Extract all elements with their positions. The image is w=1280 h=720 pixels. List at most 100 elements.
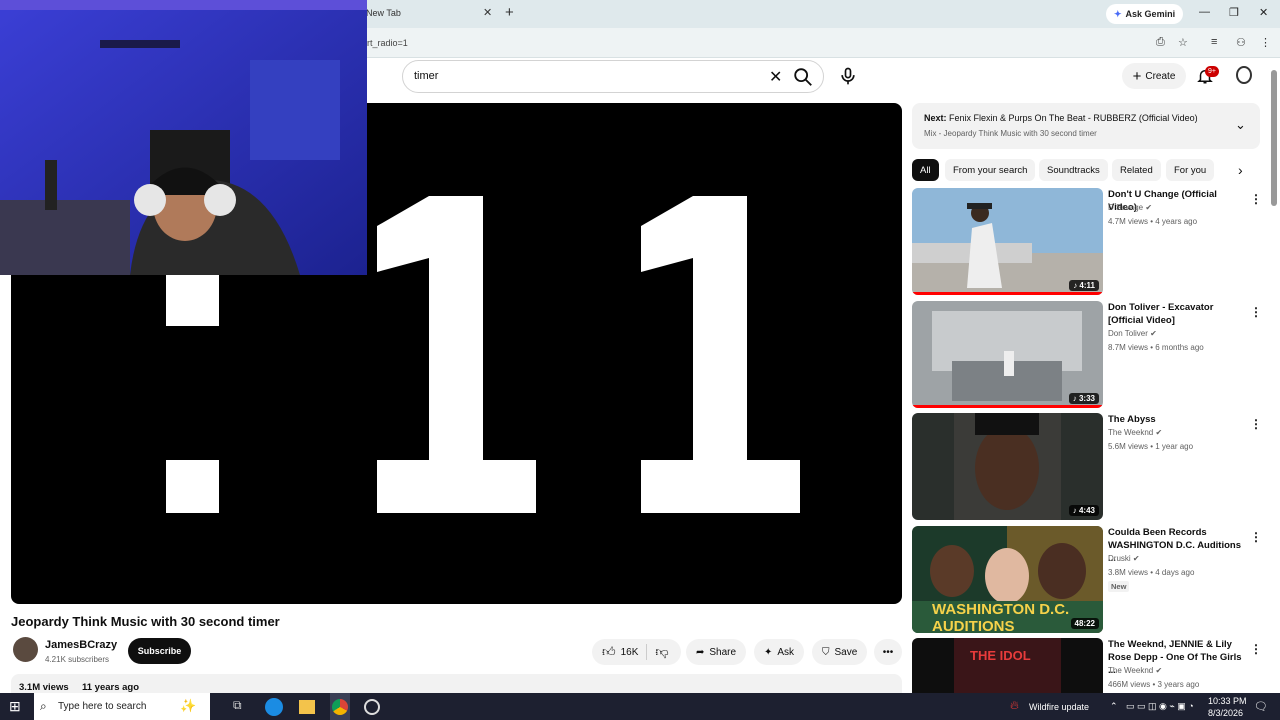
task-view-icon[interactable]: ⧉ — [233, 698, 251, 716]
up-next-title: Fenix Flexin & Purps On The Beat - RUBBE… — [949, 113, 1198, 123]
obs-icon[interactable] — [364, 699, 380, 715]
video-title: Jeopardy Think Music with 30 second time… — [11, 614, 280, 629]
file-explorer-icon[interactable] — [299, 700, 315, 714]
channel-avatar[interactable] — [13, 637, 38, 662]
taskbar-search-box[interactable]: ⌕ Type here to search ✨ — [34, 693, 210, 720]
tab-close-icon[interactable]: ✕ — [483, 6, 492, 19]
verified-icon: ✔ — [1145, 203, 1153, 212]
recommendation-item[interactable]: THE IDOL The Weeknd, JENNIE & Lily Rose … — [912, 638, 1262, 693]
ask-gemini-label: Ask Gemini — [1125, 9, 1176, 19]
recommendation-item[interactable]: ♪ 4:43 The Abyss The Weeknd ✔ 5.6M views… — [912, 413, 1262, 520]
chip-related[interactable]: Related — [1112, 159, 1161, 181]
upload-age: 11 years ago — [82, 682, 140, 693]
recommendation-item[interactable]: ♪ 4:11 Don't U Change (Official Video) D… — [912, 188, 1262, 295]
ask-button[interactable]: ✦ Ask — [754, 639, 805, 665]
more-vertical-icon[interactable]: ⋮ — [1250, 642, 1262, 656]
plus-icon: + — [1132, 67, 1142, 85]
search-input[interactable]: timer — [414, 70, 438, 82]
gemini-sparkle-icon: ✦ — [1114, 8, 1122, 19]
create-button[interactable]: + Create — [1122, 63, 1186, 89]
taskbar-time[interactable]: 10:33 PM — [1208, 696, 1247, 706]
chip-for-you[interactable]: For you — [1166, 159, 1215, 181]
chevron-right-icon[interactable]: › — [1238, 162, 1243, 178]
timer-digit-one-left — [377, 196, 536, 513]
thumbs-down-icon[interactable]: 👎︎ — [655, 644, 668, 660]
install-app-icon[interactable]: ⎙ — [1156, 36, 1165, 49]
browser-tab-title[interactable]: New Tab — [366, 8, 401, 18]
duration-badge: ♪ 4:43 — [1068, 505, 1099, 516]
chip-all[interactable]: All — [912, 159, 939, 181]
rec-channel[interactable]: Don Toliver ✔ — [1108, 329, 1157, 338]
mix-label: Mix - Jeopardy Think Music with 30 secon… — [924, 129, 1097, 138]
window-close-icon[interactable]: ✕ — [1259, 6, 1268, 19]
more-vertical-icon[interactable]: ⋮ — [1250, 192, 1262, 206]
share-label: Share — [709, 646, 737, 658]
notification-center-icon[interactable]: 🗨︎ — [1254, 700, 1268, 713]
video-thumbnail[interactable]: WASHINGTON D.C. AUDITIONS 48:22 — [912, 526, 1103, 633]
weather-status[interactable]: Wildfire update — [1029, 702, 1089, 712]
chevron-down-icon[interactable]: ⌄ — [1235, 117, 1246, 133]
thumbs-up-icon[interactable]: 👍︎ — [602, 644, 616, 660]
search-icon[interactable] — [792, 66, 814, 88]
chrome-icon[interactable] — [332, 699, 348, 715]
recommendation-item[interactable]: WASHINGTON D.C. AUDITIONS 48:22 Coulda B… — [912, 526, 1262, 633]
restore-icon[interactable]: ❐ — [1229, 6, 1239, 19]
up-next-panel[interactable]: Next: Fenix Flexin & Purps On The Beat -… — [912, 103, 1260, 149]
like-divider — [646, 644, 648, 660]
rec-channel[interactable]: The Weeknd ✔ — [1108, 428, 1162, 437]
rec-channel[interactable]: The Weeknd ✔ — [1108, 666, 1162, 675]
subscriber-count: 4.21K subscribers — [45, 655, 110, 664]
more-vertical-icon[interactable]: ⋮ — [1250, 417, 1262, 431]
more-actions-button[interactable]: ••• — [874, 639, 902, 665]
save-label: Save — [834, 646, 858, 658]
rec-channel[interactable]: Druski ✔ — [1108, 554, 1140, 563]
taskbar-search-input[interactable]: Type here to search — [58, 701, 146, 712]
rec-title[interactable]: The Abyss — [1108, 413, 1244, 426]
notification-count-badge: 9+ — [1205, 66, 1219, 77]
share-button[interactable]: ➦ Share — [686, 639, 747, 665]
save-button[interactable]: ⛉ Save — [812, 639, 868, 665]
video-thumbnail[interactable]: ♪ 3:33 — [912, 301, 1103, 408]
duration-badge: ♪ 3:33 — [1068, 393, 1099, 404]
like-count[interactable]: 16K — [621, 647, 639, 658]
up-next-label: Next: Fenix Flexin & Purps On The Beat -… — [924, 113, 1198, 123]
scrollbar-thumb[interactable] — [1271, 70, 1277, 206]
taskbar-date[interactable]: 8/3/2026 — [1208, 708, 1243, 718]
chip-from-your-search[interactable]: From your search — [945, 159, 1036, 181]
clear-search-icon[interactable]: ✕ — [769, 67, 782, 87]
more-vertical-icon[interactable]: ⋮ — [1250, 530, 1262, 544]
channel-name[interactable]: JamesBCrazy — [45, 639, 117, 651]
system-tray-icons[interactable]: ▭ ▭ ◫ ◉ ⌁ ▣ ◔ — [1126, 701, 1194, 712]
edge-browser-icon[interactable] — [265, 698, 283, 716]
rec-channel[interactable]: D Savage ✔ — [1108, 203, 1152, 212]
show-hidden-icons-icon[interactable]: ⌃ — [1110, 701, 1118, 712]
create-label: Create — [1145, 70, 1176, 82]
thumbnail-image — [912, 301, 1103, 408]
ask-gemini-button[interactable]: ✦ Ask Gemini — [1106, 4, 1184, 24]
minimize-icon[interactable]: — — [1199, 6, 1210, 18]
chip-soundtracks[interactable]: Soundtracks — [1039, 159, 1108, 181]
search-box[interactable]: timer ✕ — [402, 60, 824, 93]
account-avatar[interactable] — [1236, 66, 1252, 84]
recommendation-item[interactable]: ♪ 3:33 Don Toliver - Excavator [Official… — [912, 301, 1262, 408]
rec-title[interactable]: Don Toliver - Excavator [Official Video] — [1108, 301, 1244, 327]
bookmark-star-icon[interactable]: ☆ — [1178, 36, 1188, 49]
view-count: 3.1M views — [19, 682, 69, 693]
video-thumbnail[interactable]: ♪ 4:11 — [912, 188, 1103, 295]
video-thumbnail[interactable]: ♪ 4:43 — [912, 413, 1103, 520]
windows-start-icon[interactable]: ⊞ — [9, 698, 27, 716]
video-thumbnail[interactable]: THE IDOL — [912, 638, 1103, 693]
search-highlight-icon: ✨ — [180, 698, 197, 713]
media-control-icon[interactable]: ≡ — [1211, 36, 1217, 48]
extension-icon[interactable]: ⚇ — [1236, 36, 1246, 49]
windows-taskbar: ⊞ ⌕ Type here to search ✨ ⧉ 🔥︎ Wildfire … — [0, 693, 1280, 720]
more-vertical-icon[interactable]: ⋮ — [1250, 305, 1262, 319]
new-tab-icon[interactable]: + — [505, 4, 514, 21]
url-text[interactable]: rt_radio=1 — [367, 38, 408, 48]
browser-menu-icon[interactable]: ⋮ — [1260, 36, 1271, 49]
timer-digit-one-right — [641, 196, 800, 513]
ask-label: Ask — [777, 646, 795, 658]
subscribe-button[interactable]: Subscribe — [128, 638, 191, 664]
microphone-icon[interactable] — [838, 66, 858, 86]
duration-badge: 48:22 — [1070, 618, 1099, 629]
